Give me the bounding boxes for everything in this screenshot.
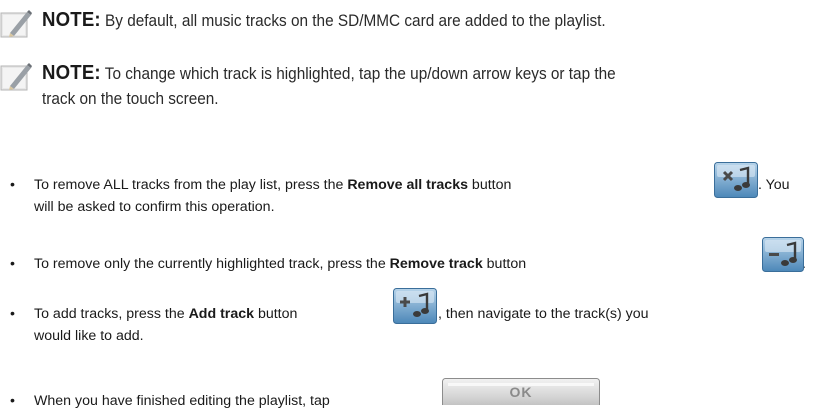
note-1-body: By default, all music tracks on the SD/M… xyxy=(100,12,606,30)
note-1-label: NOTE: xyxy=(42,9,101,31)
bullet-text: button xyxy=(467,177,512,193)
note-2-line-1: To change which track is highlighted, ta… xyxy=(100,65,616,83)
bullet-finish-line-1: When you have finished editing the playl… xyxy=(34,393,330,409)
bullet-finish: • When you have finished editing the pla… xyxy=(0,390,813,412)
bullet-remove-all: • To remove ALL tracks from the play lis… xyxy=(0,174,813,218)
bullet-add-track-after: , then navigate to the track(s) you xyxy=(438,306,649,322)
note-2-text: NOTE: To change which track is highlight… xyxy=(42,61,616,87)
bullet-add-track-line-2: would like to add. xyxy=(34,328,144,344)
bullet-bold-text: Add track xyxy=(188,306,254,322)
bullet-bold-text: Remove all tracks xyxy=(347,177,468,193)
note-1: NOTE: By default, all music tracks on th… xyxy=(0,8,813,40)
bullet-dot: • xyxy=(10,256,15,272)
note-2-line-2: track on the touch screen. xyxy=(42,90,219,108)
pencil-icon xyxy=(0,63,32,91)
bullet-dot: • xyxy=(10,306,15,322)
ok-button-label: OK xyxy=(509,384,533,400)
bullet-remove-track: • To remove only the currently highlight… xyxy=(0,253,813,275)
bullet-remove-track-line-1: To remove only the currently highlighted… xyxy=(34,253,526,275)
bullet-text: button xyxy=(254,306,298,322)
bullet-text: button xyxy=(482,256,527,272)
bullet-text: To remove only the currently highlighted… xyxy=(34,256,390,272)
bullet-remove-all-line-1: To remove ALL tracks from the play list,… xyxy=(34,174,511,196)
note-1-text: NOTE: By default, all music tracks on th… xyxy=(42,8,606,34)
bullet-bold-text: Remove track xyxy=(389,256,483,272)
bullet-remove-all-line-2: will be asked to confirm this operation. xyxy=(34,199,275,215)
bullet-text: To add tracks, press the xyxy=(34,306,189,322)
note-2-label: NOTE: xyxy=(42,62,101,84)
pencil-icon xyxy=(0,10,32,38)
bullet-remove-all-after: . You xyxy=(758,177,790,193)
add-track-icon[interactable] xyxy=(393,288,437,324)
bullet-text: To remove ALL tracks from the play list,… xyxy=(34,177,348,193)
remove-track-icon[interactable] xyxy=(762,237,804,272)
bullet-dot: • xyxy=(10,177,15,193)
note-2: NOTE: To change which track is highlight… xyxy=(0,61,813,121)
bullet-dot: • xyxy=(10,393,15,409)
bullet-add-track-line-1: To add tracks, press the Add track butto… xyxy=(34,303,297,325)
ok-button[interactable]: OK xyxy=(442,378,600,405)
remove-all-tracks-icon[interactable] xyxy=(714,162,758,198)
